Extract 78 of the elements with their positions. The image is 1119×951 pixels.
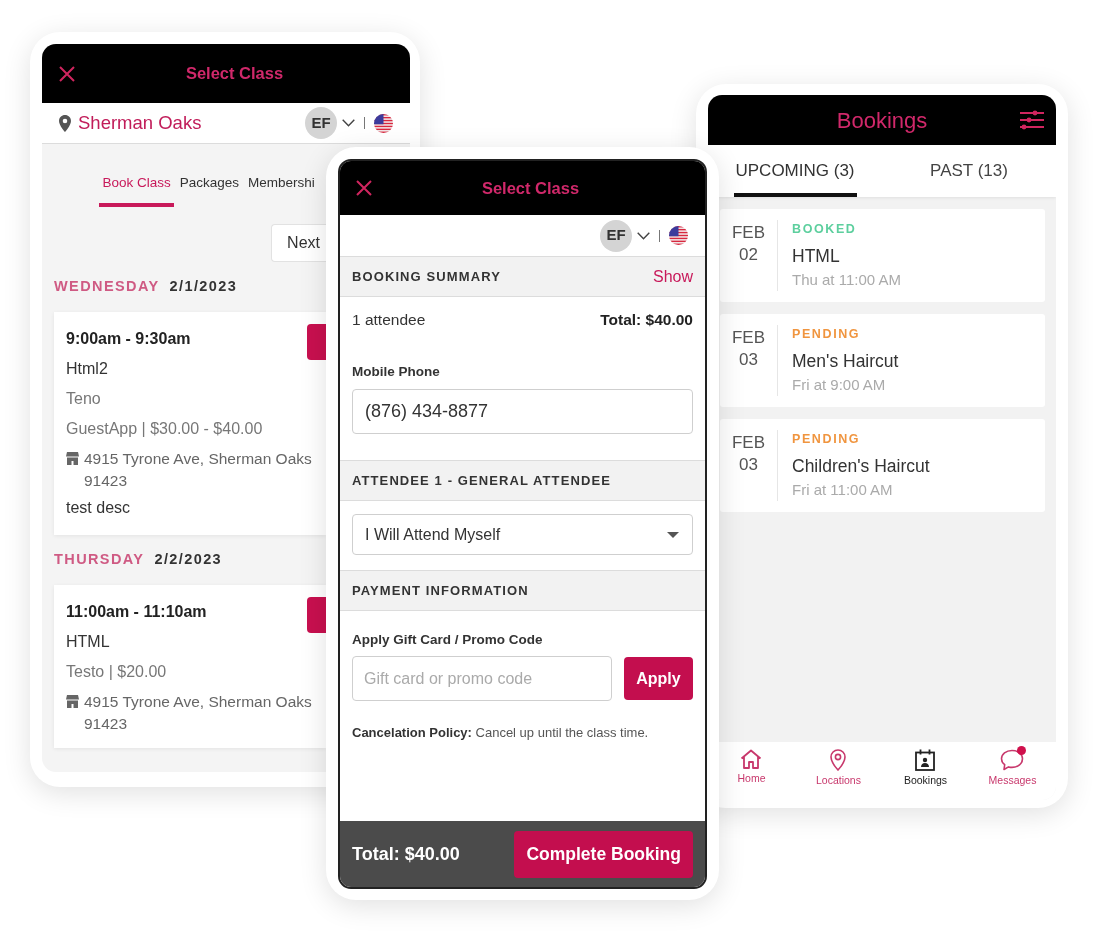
avatar[interactable]: EF (305, 107, 337, 139)
booking-day: 03 (720, 349, 777, 371)
flag-icon[interactable] (669, 226, 688, 245)
booking-status: PENDING (792, 431, 861, 447)
booking-day: 02 (720, 244, 777, 266)
booking-status: PENDING (792, 326, 861, 342)
date-label: 2/2/2023 (154, 550, 223, 569)
tab[interactable]: Book Class (99, 170, 175, 207)
booking-title: Men's Haircut (792, 350, 899, 373)
phone-input[interactable]: (876) 434-8877 (352, 389, 693, 434)
booking-card[interactable]: FEB 02 BOOKED HTML Thu at 11:00 AM (720, 209, 1045, 302)
show-link[interactable]: Show (652, 264, 693, 289)
complete-booking-button[interactable]: Complete Booking (514, 830, 693, 878)
flag-icon[interactable] (374, 113, 393, 133)
class-time: 11:00am - 11:10am (66, 602, 207, 622)
class-description: test desc (66, 498, 131, 518)
booking-card[interactable]: FEB 03 PENDING Children's Haircut Fri at 11:00 AM (720, 419, 1045, 512)
tab[interactable]: Packages (176, 170, 243, 207)
booking-time: Fri at 11:00 AM (792, 480, 893, 500)
booking-time: Thu at 11:00 AM (792, 270, 901, 290)
weekday-label: THURSDAY (54, 550, 145, 569)
class-detail: Testo | $20.00 (66, 662, 167, 682)
section-title: BOOKING SUMMARY (352, 267, 501, 286)
booking-card[interactable]: FEB 03 PENDING Men's Haircut Fri at 9:00 AM (720, 314, 1045, 407)
footer-total: Total: $40.00 (352, 842, 460, 866)
booking-title: Children's Haircut (792, 455, 930, 478)
class-detail: GuestApp | $30.00 - $40.00 (66, 419, 263, 439)
chat-icon (1000, 749, 1025, 771)
class-address: 4915 Tyrone Ave, Sherman Oaks 91423 (84, 692, 312, 734)
class-name: Html2 (66, 359, 108, 379)
class-detail: Teno (66, 389, 101, 409)
summary-total: Total: $40.00 (600, 310, 693, 330)
booking-month: FEB (730, 432, 767, 454)
class-name: HTML (66, 632, 110, 652)
weekday-label: WEDNESDAY (54, 277, 160, 296)
avatar[interactable]: EF (600, 219, 632, 252)
booking-time: Fri at 9:00 AM (792, 375, 886, 395)
home-icon (740, 749, 763, 769)
screen-title: Select Class (185, 63, 284, 85)
booking-title: HTML (792, 245, 840, 268)
store-icon (66, 695, 79, 708)
policy-text: Cancelation Policy: Cancel up until the class time. (352, 725, 649, 741)
class-address: 4915 Tyrone Ave, Sherman Oaks 91423 (84, 449, 312, 491)
store-icon (66, 452, 79, 465)
booking-status: BOOKED (792, 221, 857, 237)
close-icon[interactable] (59, 65, 75, 82)
nav-item[interactable]: Messages (986, 742, 1039, 786)
section-title: PAYMENT INFORMATION (352, 581, 529, 600)
chevron-down-icon[interactable] (342, 119, 355, 127)
location-pin-icon (830, 749, 847, 771)
screen-title: Select Class (481, 177, 580, 199)
tab[interactable]: PAST (13) (928, 145, 1010, 197)
booking-month: FEB (730, 222, 767, 244)
close-icon[interactable] (356, 180, 372, 196)
promo-code-input[interactable]: Gift card or promo code (352, 656, 612, 701)
nav-item[interactable]: Locations (814, 742, 863, 786)
section-title: ATTENDEE 1 - GENERAL ATTENDEE (352, 471, 611, 490)
screen-title: Bookings (836, 106, 928, 135)
tab[interactable]: UPCOMING (3) (733, 145, 857, 197)
attendee-count: 1 attendee (352, 310, 426, 330)
attendee-select[interactable]: I Will Attend Myself (352, 514, 693, 555)
next-button[interactable]: Next (271, 224, 326, 262)
date-label: 2/1/2023 (169, 277, 238, 296)
booking-day: 03 (720, 454, 777, 476)
chevron-down-icon[interactable] (637, 231, 650, 240)
nav-item[interactable]: Bookings (901, 742, 950, 786)
filter-icon[interactable] (1020, 110, 1044, 130)
caret-down-icon (667, 531, 679, 538)
field-label: Apply Gift Card / Promo Code (352, 632, 543, 648)
field-label: Mobile Phone (352, 364, 440, 380)
apply-button[interactable]: Apply (624, 657, 693, 700)
tab[interactable]: Membershi (244, 170, 319, 207)
booking-month: FEB (730, 327, 767, 349)
class-time: 9:00am - 9:30am (66, 329, 191, 349)
calendar-icon (915, 749, 936, 771)
nav-item[interactable]: Home (735, 742, 768, 784)
location-name[interactable]: Sherman Oaks (78, 109, 202, 137)
location-pin-icon (59, 114, 71, 132)
